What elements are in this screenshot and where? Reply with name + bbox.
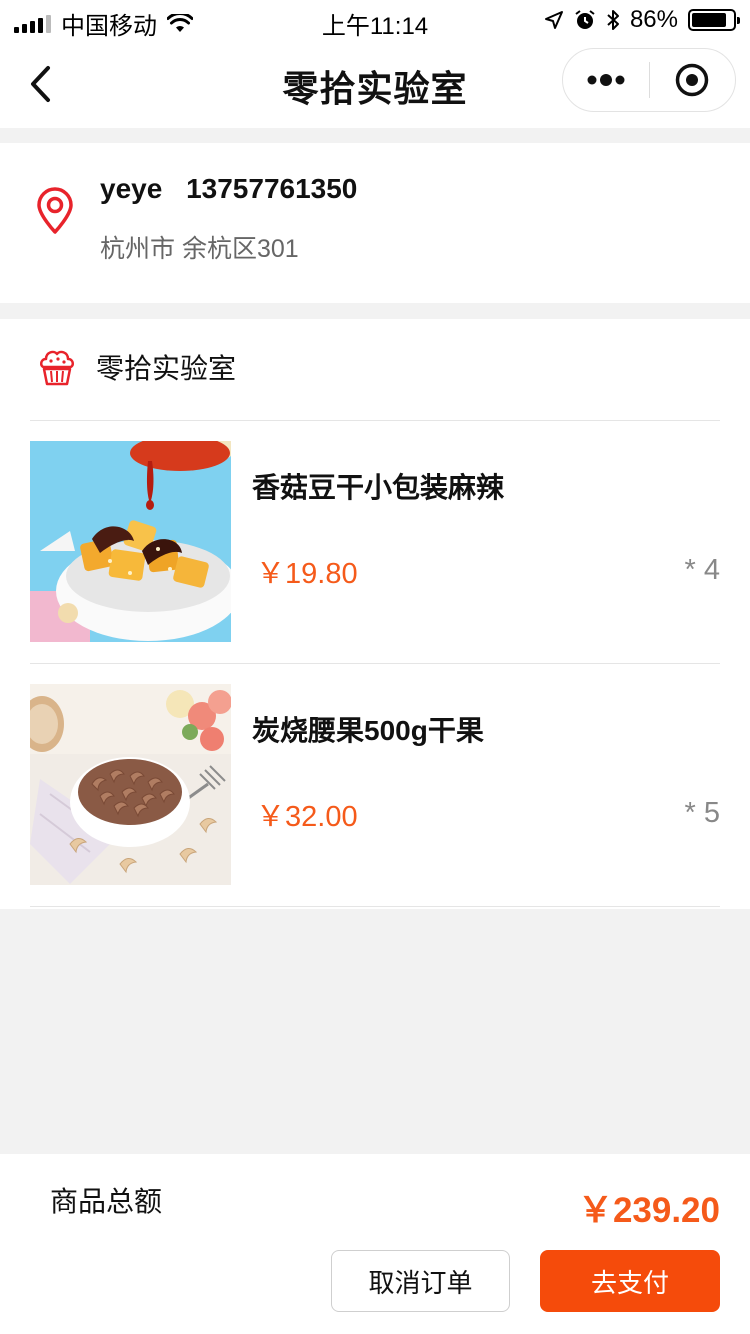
- pay-button[interactable]: 去支付: [540, 1250, 720, 1312]
- nav-bar: 零拾实验室: [0, 40, 750, 128]
- battery-percent: 86%: [629, 6, 678, 33]
- total-amount: ￥239.20: [577, 1191, 720, 1230]
- muffin-icon: [40, 350, 74, 386]
- status-bar: 中国移动 上午11:14 86%: [0, 0, 750, 40]
- product-price: ￥32.00: [256, 801, 358, 833]
- address-card[interactable]: yeye 13757761350 杭州市 余杭区301: [0, 143, 750, 303]
- shop-header: 零拾实验室: [0, 319, 750, 420]
- location-pin-icon: [37, 187, 73, 234]
- status-right: 86%: [544, 6, 740, 34]
- address-detail: 杭州市 余杭区301: [100, 235, 299, 263]
- battery-fill: [692, 13, 727, 27]
- order-item[interactable]: 炭烧腰果500g干果 ￥32.00 * 5: [0, 663, 750, 906]
- location-arrow-icon: [544, 11, 563, 29]
- shop-name: 零拾实验室: [96, 353, 237, 384]
- product-quantity: * 4: [684, 554, 720, 586]
- product-title: 炭烧腰果500g干果: [252, 715, 484, 746]
- target-icon: [676, 63, 709, 97]
- total-label: 商品总额: [50, 1186, 163, 1217]
- product-title: 香菇豆干小包装麻辣: [252, 472, 505, 503]
- alarm-icon: [575, 10, 595, 29]
- recipient-name: yeye: [100, 173, 163, 204]
- recipient-line: yeye 13757761350: [100, 173, 357, 205]
- more-button[interactable]: [563, 49, 649, 111]
- product-quantity: * 5: [684, 797, 720, 829]
- order-card: 零拾实验室 香菇豆干小包装麻辣 ￥19.80 * 4 炭烧腰果500g干果 ￥3…: [0, 319, 750, 909]
- more-icon: [587, 74, 625, 86]
- battery-icon: [688, 9, 740, 31]
- product-image: [30, 684, 231, 885]
- product-price: ￥19.80: [256, 558, 358, 590]
- order-confirm-page: 中国移动 上午11:14 86% 零拾实验室 yeye 13757761350 …: [0, 0, 750, 1334]
- recipient-phone: 13757761350: [186, 173, 358, 204]
- product-image: [30, 441, 231, 642]
- checkout-bar: 商品总额 ￥239.20 取消订单 去支付: [0, 1154, 750, 1334]
- item-divider: [30, 906, 720, 907]
- bluetooth-icon: [607, 10, 619, 30]
- cancel-order-button[interactable]: 取消订单: [331, 1250, 510, 1312]
- mini-program-capsule: [562, 48, 736, 112]
- order-item[interactable]: 香菇豆干小包装麻辣 ￥19.80 * 4: [0, 420, 750, 663]
- close-program-button[interactable]: [650, 49, 736, 111]
